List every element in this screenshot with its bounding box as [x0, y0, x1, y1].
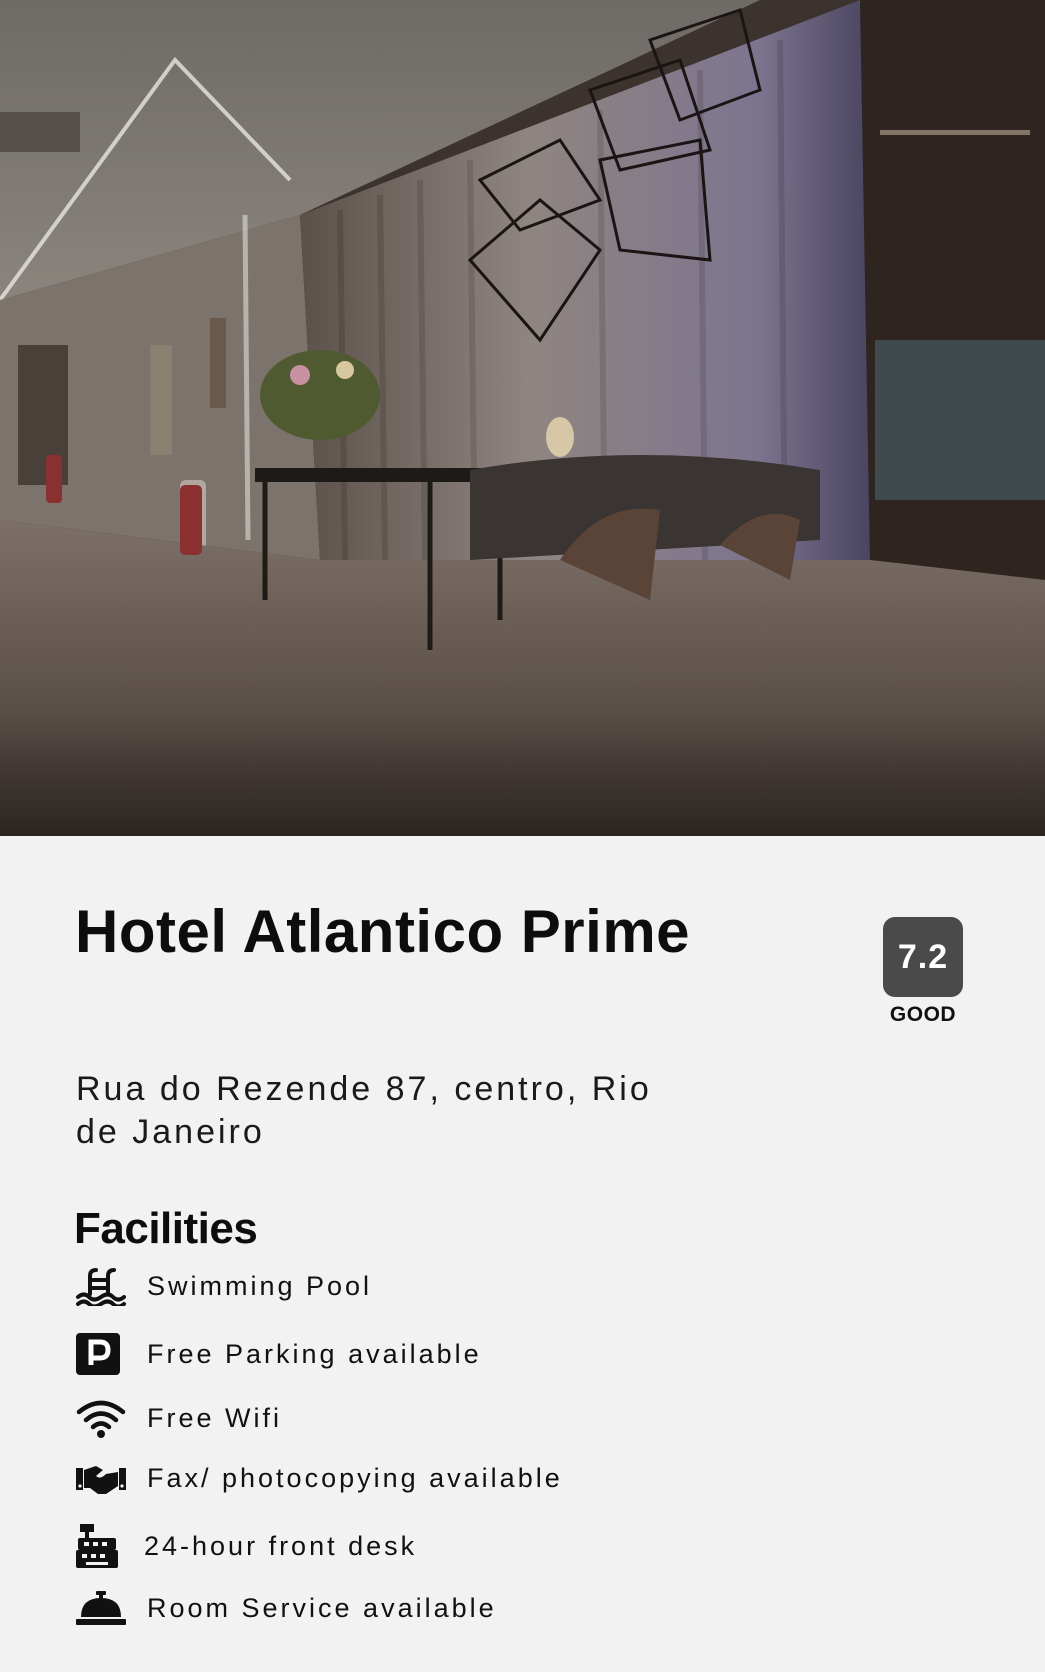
rating-score-badge: 7.2 — [883, 917, 963, 997]
facility-label: Free Parking available — [147, 1338, 482, 1369]
facility-label: Room Service available — [147, 1592, 497, 1623]
rating-label: GOOD — [889, 1003, 957, 1026]
facility-item: Room Service available — [76, 1586, 497, 1630]
hotel-address: Rua do Rezende 87, centro, Rio de Janeir… — [76, 1070, 652, 1151]
facilities-heading: Facilities — [74, 1204, 258, 1253]
facility-item: Swimming Pool — [76, 1264, 372, 1308]
facility-label: 24-hour front desk — [144, 1530, 418, 1561]
handshake-icon — [76, 1456, 126, 1500]
hotel-details: Hotel Atlantico Prime Rua do Rezende 87,… — [0, 836, 1045, 1672]
facility-item: Free Wifi — [76, 1396, 282, 1440]
hotel-name: Hotel Atlantico Prime — [75, 898, 691, 965]
hotel-hero-image — [0, 0, 1045, 836]
facility-item: Fax/ photocopying available — [76, 1456, 563, 1500]
concierge-bell-icon — [76, 1586, 126, 1630]
parking-icon — [76, 1332, 126, 1376]
swimming-pool-icon — [76, 1264, 126, 1308]
facility-label: Free Wifi — [147, 1402, 282, 1433]
facility-item: 24-hour front desk — [76, 1524, 417, 1568]
wifi-icon — [76, 1396, 126, 1440]
lobby-photo — [0, 0, 1045, 836]
rating: 7.2 GOOD — [883, 917, 963, 1027]
facility-label: Fax/ photocopying available — [147, 1462, 563, 1493]
facility-item: Free Parking available — [76, 1332, 482, 1376]
facility-label: Swimming Pool — [147, 1270, 373, 1301]
cash-register-icon — [76, 1524, 126, 1568]
